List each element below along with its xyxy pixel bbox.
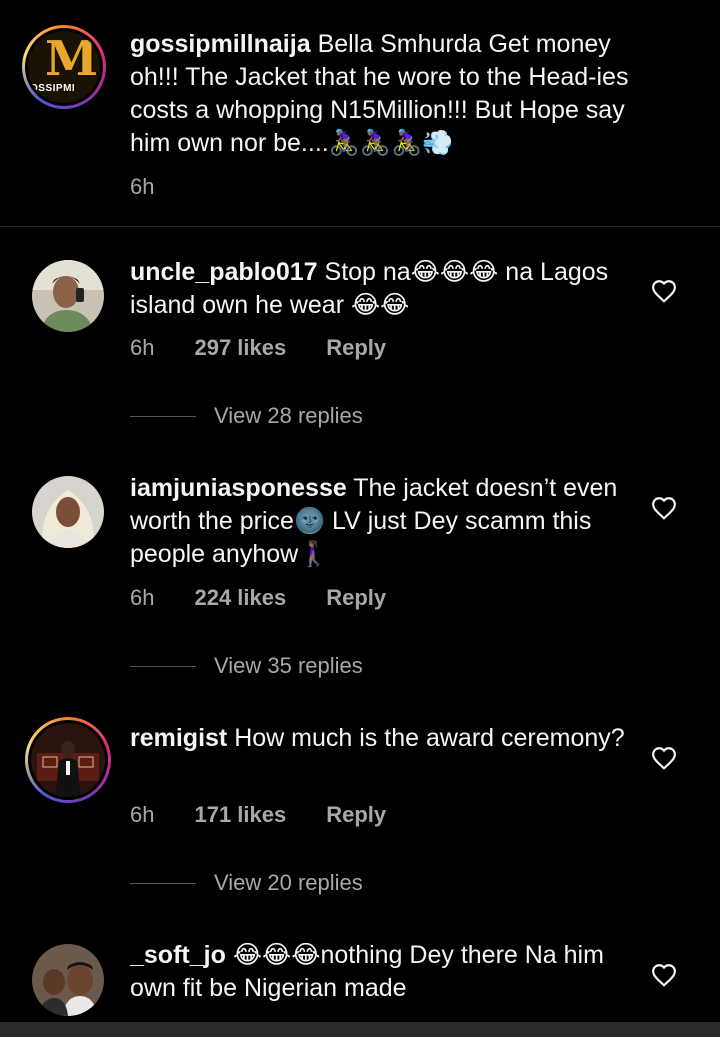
- heart-outline-icon[interactable]: [651, 496, 677, 520]
- reply-button[interactable]: Reply: [326, 585, 386, 611]
- comment-text: remigist How much is the award ceremony?: [130, 722, 630, 755]
- avatar-photo-icon: [32, 260, 104, 332]
- replies-line: [130, 882, 196, 884]
- comment-body: How much is the award ceremony?: [234, 724, 625, 752]
- commenter-avatar[interactable]: [32, 476, 104, 548]
- caption-username[interactable]: gossipmillnaija: [130, 30, 311, 58]
- caption-avatar[interactable]: M OSSIPMI: [22, 25, 106, 109]
- caption-divider: [0, 226, 720, 227]
- comment-time: 6h: [130, 335, 155, 360]
- reply-button[interactable]: Reply: [326, 802, 386, 828]
- avatar-photo-icon: [31, 723, 105, 797]
- bottom-bar: [0, 1022, 720, 1037]
- commenter-avatar[interactable]: [32, 944, 104, 1016]
- view-replies-link[interactable]: View 35 replies: [130, 653, 363, 679]
- heart-outline-icon[interactable]: [651, 746, 677, 770]
- comment-username[interactable]: uncle_pablo017: [130, 258, 318, 286]
- logo-letter: M: [45, 31, 99, 87]
- commenter-avatar-story[interactable]: [25, 717, 111, 803]
- view-replies-label: View 20 replies: [214, 870, 363, 895]
- view-replies-label: View 28 replies: [214, 403, 363, 428]
- avatar-ring-gap: M OSSIPMI: [25, 28, 103, 106]
- comment-text: uncle_pablo017 Stop na😂😂😂 na Lagos islan…: [130, 256, 630, 322]
- view-replies-link[interactable]: View 20 replies: [130, 870, 363, 896]
- logo-text: OSSIPMI: [30, 83, 76, 94]
- replies-line: [130, 415, 196, 417]
- comment-meta: 6h 224 likes Reply: [130, 585, 386, 611]
- comment-time: 6h: [130, 802, 155, 827]
- comment-username[interactable]: _soft_jo: [130, 941, 226, 969]
- comment-text: _soft_jo 😂😂😂nothing Dey there Na him own…: [130, 939, 630, 1005]
- heart-outline-icon[interactable]: [651, 963, 677, 987]
- caption-meta: 6h: [130, 174, 154, 200]
- comment-username[interactable]: iamjuniasponesse: [130, 474, 347, 502]
- comment-likes[interactable]: 297 likes: [194, 335, 286, 361]
- post-caption: M OSSIPMI gossipmillnaija Bella Smhurda …: [0, 0, 720, 226]
- avatar-ring-gap: [28, 720, 108, 800]
- avatar-photo-icon: [32, 944, 104, 1016]
- view-replies-label: View 35 replies: [214, 653, 363, 678]
- comment-meta: 6h 171 likes Reply: [130, 802, 386, 828]
- replies-line: [130, 665, 196, 667]
- comment-meta: 6h 297 likes Reply: [130, 335, 386, 361]
- commenter-avatar[interactable]: [32, 260, 104, 332]
- avatar-photo-icon: [32, 476, 104, 548]
- heart-outline-icon[interactable]: [651, 279, 677, 303]
- comment-text: iamjuniasponesse The jacket doesn’t even…: [130, 472, 630, 571]
- comment-likes[interactable]: 224 likes: [194, 585, 286, 611]
- caption-text: gossipmillnaija Bella Smhurda Get money …: [130, 28, 650, 160]
- caption-time: 6h: [130, 174, 155, 199]
- comment-username[interactable]: remigist: [130, 724, 227, 752]
- comment-likes[interactable]: 171 likes: [194, 802, 286, 828]
- gossipmill-logo-icon: M OSSIPMI: [28, 31, 100, 103]
- reply-button[interactable]: Reply: [326, 335, 386, 361]
- view-replies-link[interactable]: View 28 replies: [130, 403, 363, 429]
- comment-time: 6h: [130, 585, 155, 610]
